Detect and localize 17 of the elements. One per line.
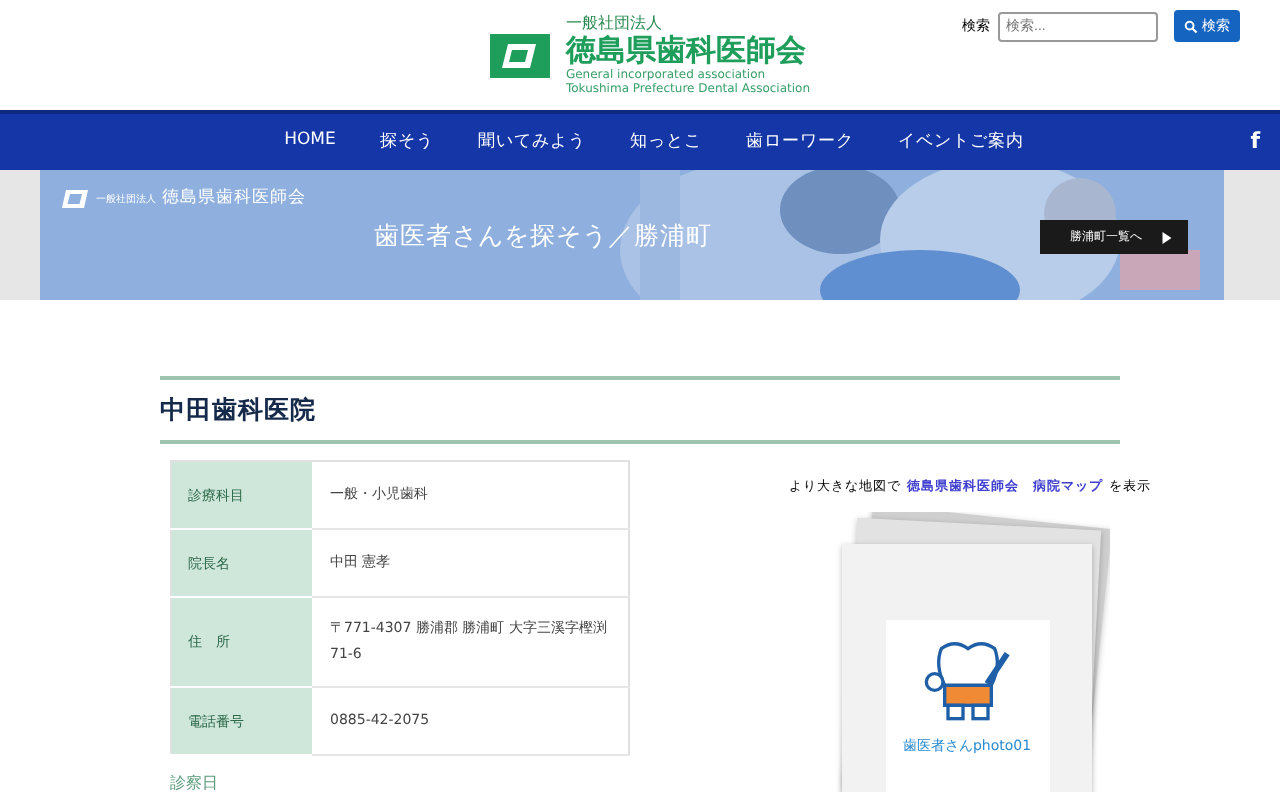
clinic-name: 中田歯科医院 [160, 376, 1120, 444]
triangle-icon [1162, 231, 1172, 243]
nav-link[interactable]: HOME [284, 130, 336, 154]
logo-icon [489, 33, 550, 77]
nav-link[interactable]: 知っとこ [629, 130, 702, 154]
org-type: 一般社団法人 [565, 14, 664, 34]
search-icon [1184, 19, 1198, 33]
logo-icon [60, 187, 90, 209]
org-name: 徳島県歯科医師会 [565, 34, 808, 68]
nav-link[interactable]: 探そう [379, 130, 434, 154]
page-title: 歯医者さんを探そう／勝浦町 [374, 220, 712, 254]
org-name: 徳島県歯科医師会 [162, 186, 306, 210]
nav-link[interactable]: 聞いてみよう [477, 130, 586, 154]
nav-link[interactable]: 歯ローワーク [745, 130, 854, 154]
nav-link[interactable]: イベントご案内 [897, 130, 1024, 154]
facebook-link[interactable]: f [1250, 128, 1260, 154]
section-heading: 診察日 [170, 772, 630, 800]
